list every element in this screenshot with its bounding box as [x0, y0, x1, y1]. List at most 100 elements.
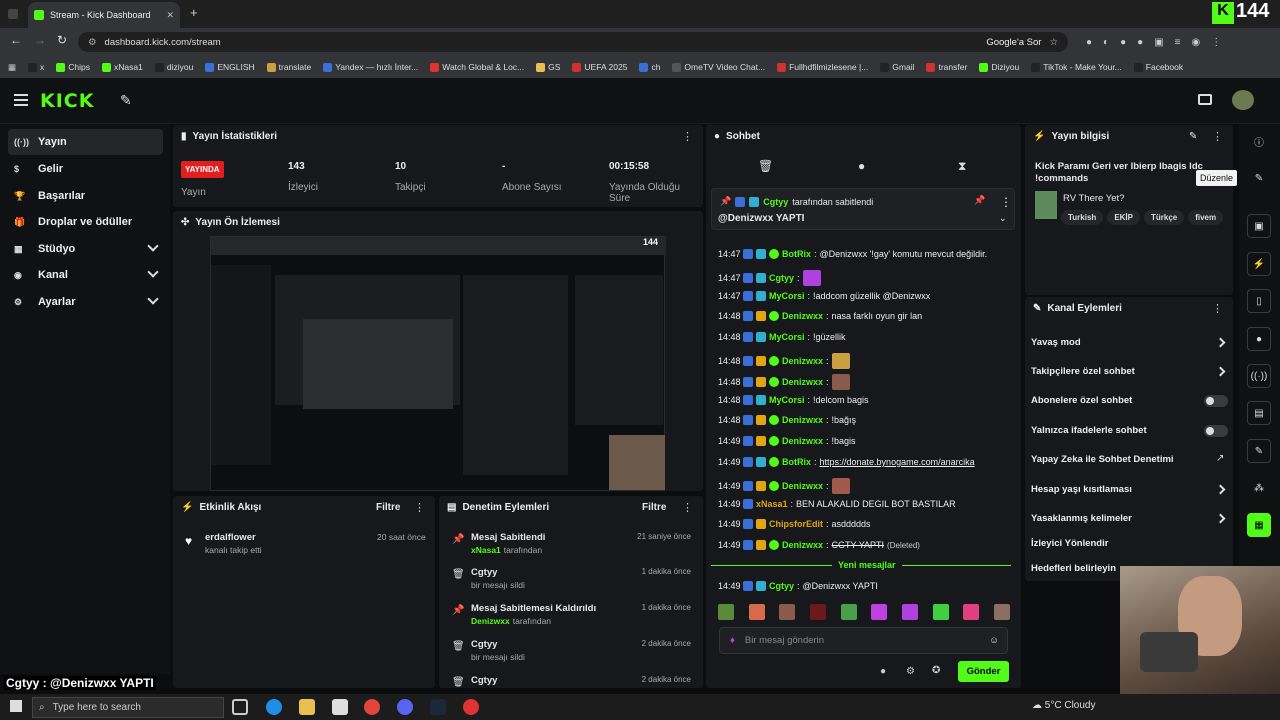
- chat-bubble-icon[interactable]: ●: [858, 159, 865, 173]
- weather-widget[interactable]: ☁ 5°C Cloudy: [1032, 700, 1095, 711]
- channel-action-8[interactable]: Hedefleri belirleyin: [1031, 563, 1116, 574]
- reload-icon[interactable]: ↻: [57, 33, 67, 47]
- emote-icon[interactable]: [779, 604, 796, 620]
- trash-icon[interactable]: 🗑: [758, 159, 773, 173]
- pinned-user[interactable]: Cgtyy: [763, 197, 788, 207]
- bookmark-item[interactable]: Yandex — hızlı İnter...: [323, 62, 418, 72]
- emote-icon[interactable]: [993, 604, 1010, 620]
- chevron-down-icon[interactable]: ⌄: [999, 213, 1007, 224]
- windows-start-icon[interactable]: [10, 700, 22, 712]
- chrome-icon[interactable]: [364, 699, 380, 715]
- bookmark-item[interactable]: x: [28, 62, 44, 72]
- more-options-icon[interactable]: ⋮: [682, 501, 693, 514]
- sidebar-item-3[interactable]: 🎁 Droplar ve ödüller: [8, 209, 163, 235]
- bookmark-item[interactable]: UEFA 2025: [572, 62, 627, 72]
- tag-chip[interactable]: Türkçe: [1143, 210, 1185, 225]
- discord-icon[interactable]: [397, 699, 413, 715]
- emote-icon[interactable]: [809, 604, 826, 620]
- camera-icon[interactable]: ▣: [1247, 214, 1271, 238]
- channel-action-7[interactable]: İzleyici Yönlendir: [1031, 538, 1108, 549]
- forward-icon[interactable]: →: [34, 33, 46, 47]
- bookmark-item[interactable]: transfer: [926, 62, 967, 72]
- close-icon[interactable]: ✕: [166, 10, 174, 21]
- hamburger-menu-icon[interactable]: [14, 94, 28, 106]
- bolt-icon[interactable]: ⚡: [1247, 252, 1271, 276]
- site-info-icon[interactable]: ⚙: [88, 37, 97, 48]
- moderation-user[interactable]: xNasa1: [471, 545, 501, 555]
- toggle-switch[interactable]: [1204, 395, 1228, 407]
- more-options-icon[interactable]: ⋮: [1000, 195, 1012, 209]
- chat-input[interactable]: ♦ Bir mesaj gönderin ☺: [719, 627, 1008, 654]
- chat-username[interactable]: ChipsforEdit: [769, 519, 823, 529]
- bookmark-item[interactable]: GS: [536, 62, 560, 72]
- channel-action-1[interactable]: Takipçilere özel sohbet: [1031, 366, 1135, 377]
- chat-username[interactable]: Denizwxx: [782, 481, 823, 491]
- bookmark-item[interactable]: Chips: [56, 62, 90, 72]
- avatar[interactable]: [1232, 90, 1254, 110]
- media-icon[interactable]: ≡: [1175, 37, 1181, 48]
- tag-chip[interactable]: EKİP: [1107, 210, 1140, 225]
- chat-username[interactable]: MyCorsi: [769, 395, 805, 405]
- edit-pencil-icon[interactable]: ✎: [1189, 131, 1197, 142]
- stream-preview-video[interactable]: 144: [210, 236, 666, 491]
- tag-chip[interactable]: Turkish: [1061, 210, 1104, 225]
- chat-username[interactable]: Denizwxx: [782, 311, 823, 321]
- new-tab-icon[interactable]: +: [190, 5, 198, 20]
- sidebar-item-6[interactable]: ⚙ Ayarlar: [8, 289, 163, 315]
- badge-icon[interactable]: ✪: [932, 665, 940, 676]
- chat-username[interactable]: Denizwxx: [782, 377, 823, 387]
- extension-icon[interactable]: ●: [1137, 37, 1143, 48]
- browser-tab[interactable]: Stream - Kick Dashboard ✕: [28, 2, 180, 28]
- emote-icon[interactable]: [901, 604, 918, 620]
- broadcast-icon[interactable]: ((·)): [1247, 364, 1271, 388]
- activity-user[interactable]: erdalflower: [205, 532, 256, 543]
- bookmark-item[interactable]: OmeTV Video Chat...: [672, 62, 765, 72]
- chat-username[interactable]: Denizwxx: [782, 436, 823, 446]
- emote-icon[interactable]: [840, 604, 857, 620]
- filter-button[interactable]: Filtre: [642, 502, 666, 513]
- file-explorer-icon[interactable]: [299, 699, 315, 715]
- channel-action-5[interactable]: Hesap yaşı kısıtlaması: [1031, 484, 1132, 495]
- channel-action-6[interactable]: Yasaklanmış kelimeler: [1031, 513, 1132, 524]
- steam-icon[interactable]: [430, 699, 446, 715]
- chat-text[interactable]: https://donate.bynogame.com/anarcika: [820, 457, 975, 467]
- chat-username[interactable]: Cgtyy: [769, 273, 794, 283]
- chat-username[interactable]: MyCorsi: [769, 332, 805, 342]
- channel-action-2[interactable]: Abonelere özel sohbet: [1031, 395, 1132, 406]
- filter-button[interactable]: Filtre: [376, 502, 400, 513]
- community-icon[interactable]: ⁂: [1247, 476, 1271, 500]
- bookmark-item[interactable]: translate: [266, 62, 311, 72]
- unpin-icon[interactable]: 📌: [974, 195, 985, 206]
- chat-username[interactable]: Cgtyy: [769, 581, 794, 591]
- tab-list-icon[interactable]: [8, 9, 18, 19]
- sidebar-item-1[interactable]: $ Gelir: [8, 156, 163, 182]
- bookmark-star-icon[interactable]: ☆: [1049, 37, 1058, 48]
- extension-icon[interactable]: ●: [1120, 37, 1126, 48]
- google-lens-button[interactable]: Google'a Sor: [986, 37, 1041, 48]
- bookmark-item[interactable]: Diziyou: [979, 62, 1019, 72]
- emote-icon[interactable]: [963, 604, 980, 620]
- dashboard-layout-icon[interactable]: [1198, 94, 1212, 105]
- more-options-icon[interactable]: ⋮: [682, 130, 693, 143]
- chat-username[interactable]: Denizwxx: [782, 540, 823, 550]
- chat-username[interactable]: Denizwxx: [782, 415, 823, 425]
- clipboard-icon[interactable]: ▯: [1247, 289, 1271, 313]
- task-view-icon[interactable]: [232, 699, 248, 715]
- channel-action-4[interactable]: Yapay Zeka ile Sohbet Denetimi: [1031, 454, 1174, 465]
- menu-icon[interactable]: ⋮: [1211, 37, 1221, 48]
- chat-username[interactable]: MyCorsi: [769, 291, 805, 301]
- chat-bubble-icon[interactable]: ●: [1247, 327, 1271, 351]
- sidebar-item-0[interactable]: ((·)) Yayın: [8, 129, 163, 155]
- kick-logo[interactable]: KICK: [40, 90, 94, 112]
- channel-action-0[interactable]: Yavaş mod: [1031, 337, 1081, 348]
- bookmark-item[interactable]: diziyou: [154, 62, 193, 72]
- tag-chip[interactable]: fivem: [1188, 210, 1224, 225]
- emote-icon[interactable]: [871, 604, 888, 620]
- emote-icon[interactable]: [748, 604, 765, 620]
- bookmark-item[interactable]: Watch Global & Loc...: [430, 62, 524, 72]
- smiley-icon[interactable]: ☺: [989, 635, 999, 646]
- puzzle-icon[interactable]: ▣: [1154, 37, 1163, 48]
- obs-icon[interactable]: [463, 699, 479, 715]
- chat-bubble-icon[interactable]: ●: [880, 666, 886, 677]
- bookmark-item[interactable]: Facebook: [1133, 62, 1183, 72]
